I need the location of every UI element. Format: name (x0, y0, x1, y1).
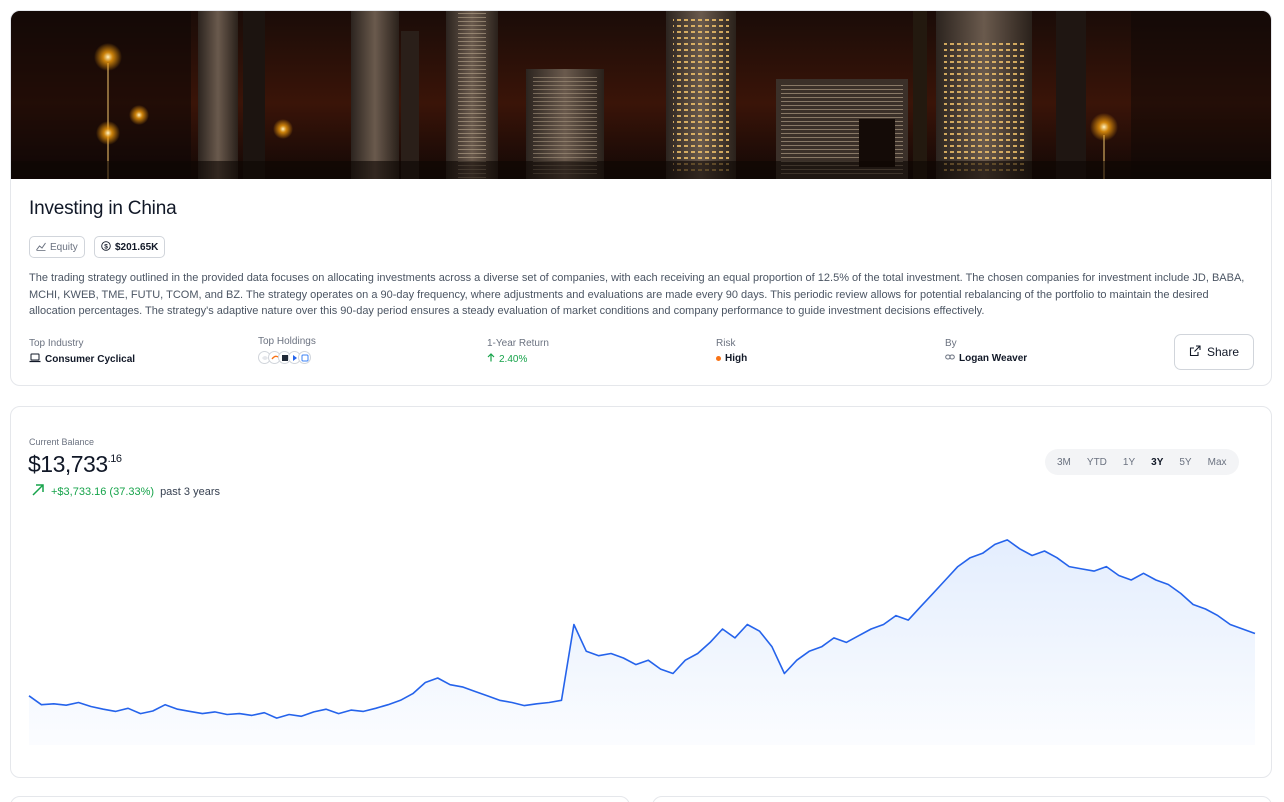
svg-text:$: $ (104, 243, 108, 250)
range-option-max[interactable]: Max (1200, 452, 1235, 472)
stat-top-industry: Top Industry Consumer Cyclical (29, 338, 135, 366)
risk-dot-icon (716, 356, 721, 361)
balance-amount: $13,733 .16 (28, 451, 122, 478)
stat-label: Top Industry (29, 338, 84, 349)
range-option-3y[interactable]: 3Y (1143, 452, 1171, 472)
stat-top-holdings: Top Holdings (258, 336, 316, 364)
hero-image (11, 11, 1271, 179)
arrow-up-icon (487, 353, 495, 365)
balance-card: Current Balance $13,733 .16 +$3,733.16 (… (10, 406, 1272, 778)
lower-card-left (10, 796, 630, 802)
stat-label: Risk (716, 338, 736, 349)
balance-change-period: past 3 years (160, 485, 220, 498)
city-skyline-illustration (11, 11, 1271, 179)
chart-line-icon (36, 241, 46, 254)
laptop-icon (29, 353, 41, 366)
stat-label: Top Holdings (258, 336, 316, 347)
stat-author: By Logan Weaver (945, 338, 1027, 364)
equity-tag-label: Equity (50, 241, 78, 253)
stat-one-year-return: 1-Year Return 2.40% (487, 338, 549, 365)
trend-up-icon (31, 483, 45, 500)
value-tag: $ $201.65K (94, 236, 166, 258)
range-option-ytd[interactable]: YTD (1079, 452, 1115, 472)
range-option-1y[interactable]: 1Y (1115, 452, 1143, 472)
strategy-title: Investing in China (29, 198, 177, 219)
balance-change: +$3,733.16 (37.33%) past 3 years (31, 483, 220, 500)
stat-label: By (945, 338, 957, 349)
balance-label: Current Balance (29, 437, 95, 447)
balance-whole: $13,733 (28, 451, 108, 477)
equity-tag: Equity (29, 236, 85, 258)
tme-logo-icon (298, 351, 311, 364)
stat-label: 1-Year Return (487, 338, 549, 349)
value-tag-label: $201.65K (115, 241, 159, 253)
stat-value: High (725, 353, 748, 364)
external-link-icon (1189, 344, 1201, 360)
balance-change-value: +$3,733.16 (37.33%) (51, 485, 155, 498)
balance-cents: .16 (107, 453, 122, 465)
share-button-label: Share (1206, 345, 1240, 359)
stat-value: 2.40% (499, 353, 528, 365)
dollar-circle-icon: $ (101, 240, 111, 254)
link-icon (945, 353, 955, 364)
chart-area-fill (29, 539, 1255, 745)
range-selector: 3M YTD 1Y 3Y 5Y Max (1045, 449, 1239, 475)
strategy-description: The trading strategy outlined in the pro… (29, 272, 1245, 317)
balance-chart (28, 539, 1256, 745)
share-button[interactable]: Share (1174, 334, 1254, 370)
stat-value: Consumer Cyclical (45, 354, 136, 365)
holdings-logos[interactable] (258, 351, 316, 364)
lower-card-right (652, 796, 1272, 802)
range-option-3m[interactable]: 3M (1049, 452, 1079, 472)
author-name[interactable]: Logan Weaver (959, 353, 1027, 364)
strategy-card: Investing in China Equity $ $201.65K The… (10, 10, 1272, 386)
stat-risk: Risk High (716, 338, 747, 364)
range-option-5y[interactable]: 5Y (1171, 452, 1199, 472)
